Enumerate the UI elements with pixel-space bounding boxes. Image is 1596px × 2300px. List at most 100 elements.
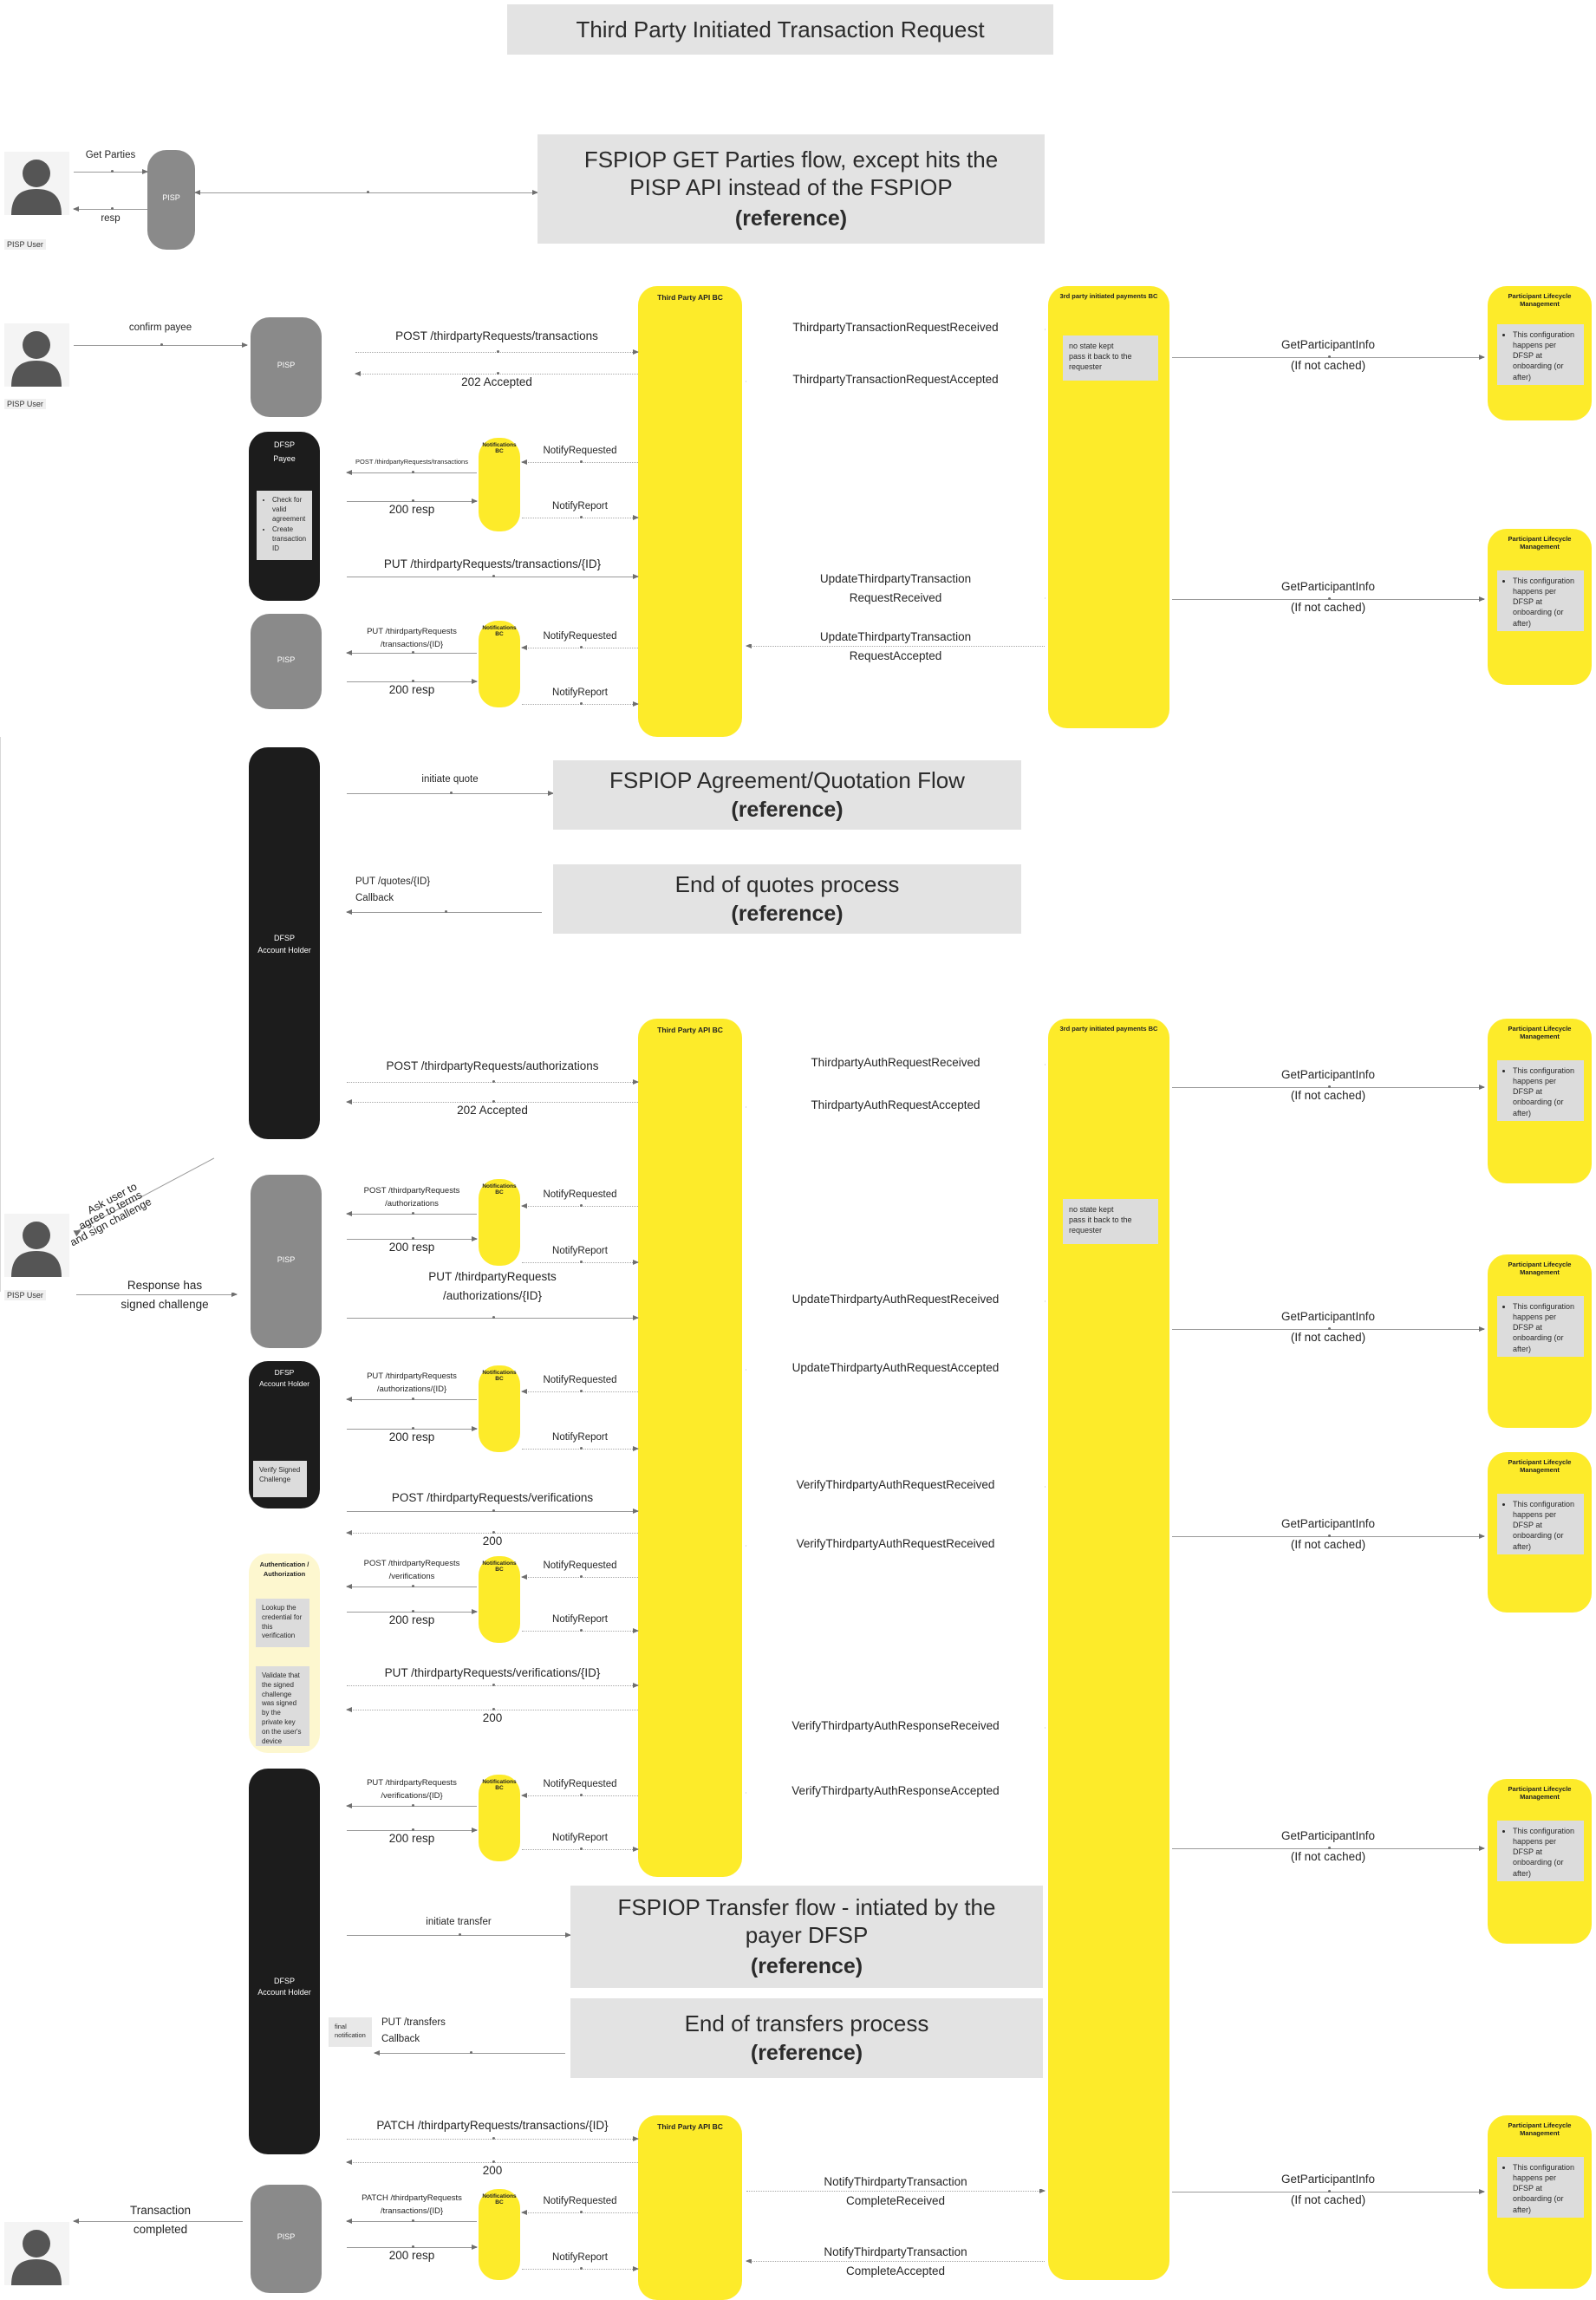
arrow-get-participant-info-5 — [1172, 1533, 1485, 1539]
label-post-ttr-transactions: POST /thirdpartyRequests/transactions — [395, 329, 598, 342]
note-verify-signed-challenge: Verify Signed Challenge — [253, 1461, 307, 1497]
label-get-participant-info-5-l2: (If not cached) — [1290, 1538, 1366, 1551]
label-get-participant-info-3-l2: (If not cached) — [1290, 1089, 1366, 1102]
label-200-verifications: 200 — [482, 1534, 503, 1547]
label-post-ttr-verif-l1: POST /thirdpartyRequests — [363, 1559, 460, 1568]
plm-7-title: Participant Lifecycle Management — [1508, 2121, 1572, 2137]
label-post-ttr-auth-l2: /authorizations — [385, 1199, 439, 1209]
arrow-notify-tp-complete-received — [746, 2187, 1046, 2193]
label-notify-requested-4: NotifyRequested — [543, 1375, 617, 1385]
lifeline-dfsp-account-holder-3: DFSP Account Holder — [249, 1769, 320, 2154]
arrow-put-ttr-auth-dfsp — [346, 1396, 477, 1402]
arrow-put-ttr-verifications-id — [347, 1682, 639, 1688]
notif-bc-6-title: Notifications BC — [482, 1779, 517, 1792]
arrow-pisp-to-getparties-ref — [194, 189, 538, 195]
auth-service-title-2: Authorization — [263, 1570, 306, 1578]
label-verify-tp-auth-resp-accepted: VerifyThirdpartyAuthResponseAccepted — [746, 1784, 1045, 1799]
label-notify-tp-complete-accepted-l2: CompleteAccepted — [746, 2264, 1045, 2279]
label-200-resp-1: 200 resp — [388, 503, 435, 516]
page-title: Third Party Initiated Transaction Reques… — [576, 16, 985, 42]
lifeline-notifications-bc-1: Notifications BC — [479, 438, 520, 531]
label-ttr-received: ThirdpartyTransactionRequestReceived — [746, 321, 1045, 336]
label-put-ttr-verif-l1: PUT /thirdpartyRequests — [367, 1778, 457, 1788]
arrow-get-participant-info-1 — [1172, 354, 1485, 360]
avatar-pisp-user-1 — [4, 152, 69, 215]
reference-box-agreement-quotation: FSPIOP Agreement/Quotation Flow (referen… — [553, 760, 1021, 830]
lifeline-pisp-3-label: PISP — [277, 655, 296, 664]
label-initiate-quote: initiate quote — [421, 774, 479, 785]
label-200-resp-7: 200 resp — [388, 2249, 435, 2262]
label-200-resp-4: 200 resp — [388, 1430, 435, 1443]
arrow-post-ttr-transactions-2 — [346, 469, 477, 475]
diagram-title-banner: Third Party Initiated Transaction Reques… — [507, 4, 1053, 55]
arrow-confirm-payee — [74, 342, 248, 348]
label-notify-requested-6: NotifyRequested — [543, 1779, 617, 1789]
reference-box-get-parties: FSPIOP GET Parties flow, except hits the… — [537, 134, 1045, 244]
label-put-ttr-auth-dfsp-l1: PUT /thirdpartyRequests — [367, 1372, 457, 1381]
arrow-put-ttr-verif-dfsp — [346, 1802, 477, 1808]
plm-2-title: Participant Lifecycle Management — [1508, 535, 1572, 551]
lifeline-notifications-bc-3: Notifications BC — [479, 1179, 520, 1266]
reference-box-fspiop-transfer: FSPIOP Transfer flow - intiated by the p… — [570, 1886, 1043, 1988]
label-notify-requested-7: NotifyRequested — [543, 2196, 617, 2206]
label-get-participant-info-5-l1: GetParticipantInfo — [1280, 1517, 1376, 1530]
label-post-ttr-authorizations: POST /thirdpartyRequests/authorizations — [386, 1059, 599, 1072]
note-no-state-kept: no state kept pass it back to the reques… — [1063, 336, 1158, 381]
arrow-response-signed-challenge — [76, 1291, 238, 1297]
arrow-notify-report-5 — [522, 1627, 639, 1633]
notif-bc-4-title: Notifications BC — [482, 1370, 517, 1383]
arrow-notify-requested-4 — [521, 1388, 638, 1394]
lifeline-pisp-5: PISP — [251, 2185, 322, 2293]
dfsp-ah-3-title-1: DFSP — [273, 1977, 295, 1985]
label-get-participant-info-4-l2: (If not cached) — [1290, 1331, 1366, 1344]
label-notify-requested-1: NotifyRequested — [543, 446, 617, 456]
avatar-pisp-user-3 — [4, 1214, 69, 1277]
lifeline-tp-payments-bc-2: 3rd party initiated payments BC no state… — [1048, 1019, 1169, 2280]
avatar-pisp-user-4 — [4, 2222, 69, 2285]
label-update-ttr-received-l1: UpdateThirdpartyTransaction — [746, 572, 1045, 587]
lifeline-pisp-5-label: PISP — [277, 2232, 296, 2241]
arrow-put-ttr-transactions-pisp — [346, 649, 477, 655]
lifeline-dfsp-payee: DFSP Payee Check for valid agreementCrea… — [249, 432, 320, 601]
label-get-participant-info-7-l2: (If not cached) — [1290, 2193, 1366, 2206]
label-200-patch: 200 — [482, 2164, 503, 2177]
label-200-resp-5: 200 resp — [388, 1613, 435, 1626]
arrow-200-resp-1 — [347, 498, 478, 504]
label-post-ttr-auth-l1: POST /thirdpartyRequests — [363, 1186, 460, 1196]
lifeline-participant-lifecycle-2: Participant Lifecycle Management This co… — [1488, 529, 1592, 685]
label-patch-ttr-l1: PATCH /thirdpartyRequests — [362, 2193, 462, 2203]
arrow-get-participant-info-4 — [1172, 1326, 1485, 1332]
label-update-ttr-received-l2: RequestReceived — [746, 591, 1045, 606]
arrow-notify-report-7 — [522, 2265, 639, 2271]
lifeline-pisp-1-label: PISP — [162, 193, 180, 202]
label-response-signed-l1: Response has — [95, 1279, 234, 1293]
actor-label-pisp-user-1: PISP User — [4, 239, 46, 250]
actor-label-pisp-user-2: PISP User — [4, 399, 46, 409]
plm-6-title: Participant Lifecycle Management — [1508, 1785, 1572, 1801]
lifeline-notifications-bc-7: Notifications BC — [479, 2189, 520, 2280]
label-post-ttr-verif-l2: /verifications — [388, 1572, 435, 1581]
label-notify-requested-5: NotifyRequested — [543, 1560, 617, 1571]
arrow-initiate-transfer — [347, 1932, 571, 1938]
lifeline-dfsp-account-holder-1: DFSP Account Holder — [249, 747, 320, 1139]
arrow-post-ttr-authorizations — [347, 1078, 639, 1085]
label-get-participant-info-2-l2: (If not cached) — [1290, 601, 1366, 614]
dfsp-ah-2-title-1: DFSP — [274, 1368, 295, 1377]
ref-end-quotes-line1: End of quotes process — [674, 870, 900, 897]
dfsp-payee-title-2: Payee — [273, 454, 296, 463]
label-get-parties: Get Parties — [85, 150, 136, 160]
note-plm-3: This configuration happens per DFSP at o… — [1497, 1060, 1584, 1121]
label-transaction-completed-l1: Transaction — [91, 2204, 230, 2219]
sequence-diagram-canvas: Third Party Initiated Transaction Reques… — [0, 0, 1596, 2300]
arrow-200-resp-4 — [347, 1425, 478, 1431]
label-notify-tp-complete-received-l1: NotifyThirdpartyTransaction — [746, 2175, 1045, 2190]
note-plm-4: This configuration happens per DFSP at o… — [1497, 1296, 1584, 1357]
label-notify-report-7: NotifyReport — [552, 2252, 608, 2263]
arrow-200-resp-5 — [347, 1608, 478, 1614]
lifeline-participant-lifecycle-5: Participant Lifecycle Management This co… — [1488, 1452, 1592, 1613]
ref-end-transfers-line2: (reference) — [750, 2041, 863, 2066]
reference-box-end-of-quotes: End of quotes process (reference) — [553, 864, 1021, 934]
dfsp-ah-2-title-2: Account Holder — [258, 1379, 310, 1388]
dfsp-ah-1-title-2: Account Holder — [257, 946, 311, 955]
label-202-accepted-1: 202 Accepted — [461, 375, 532, 388]
